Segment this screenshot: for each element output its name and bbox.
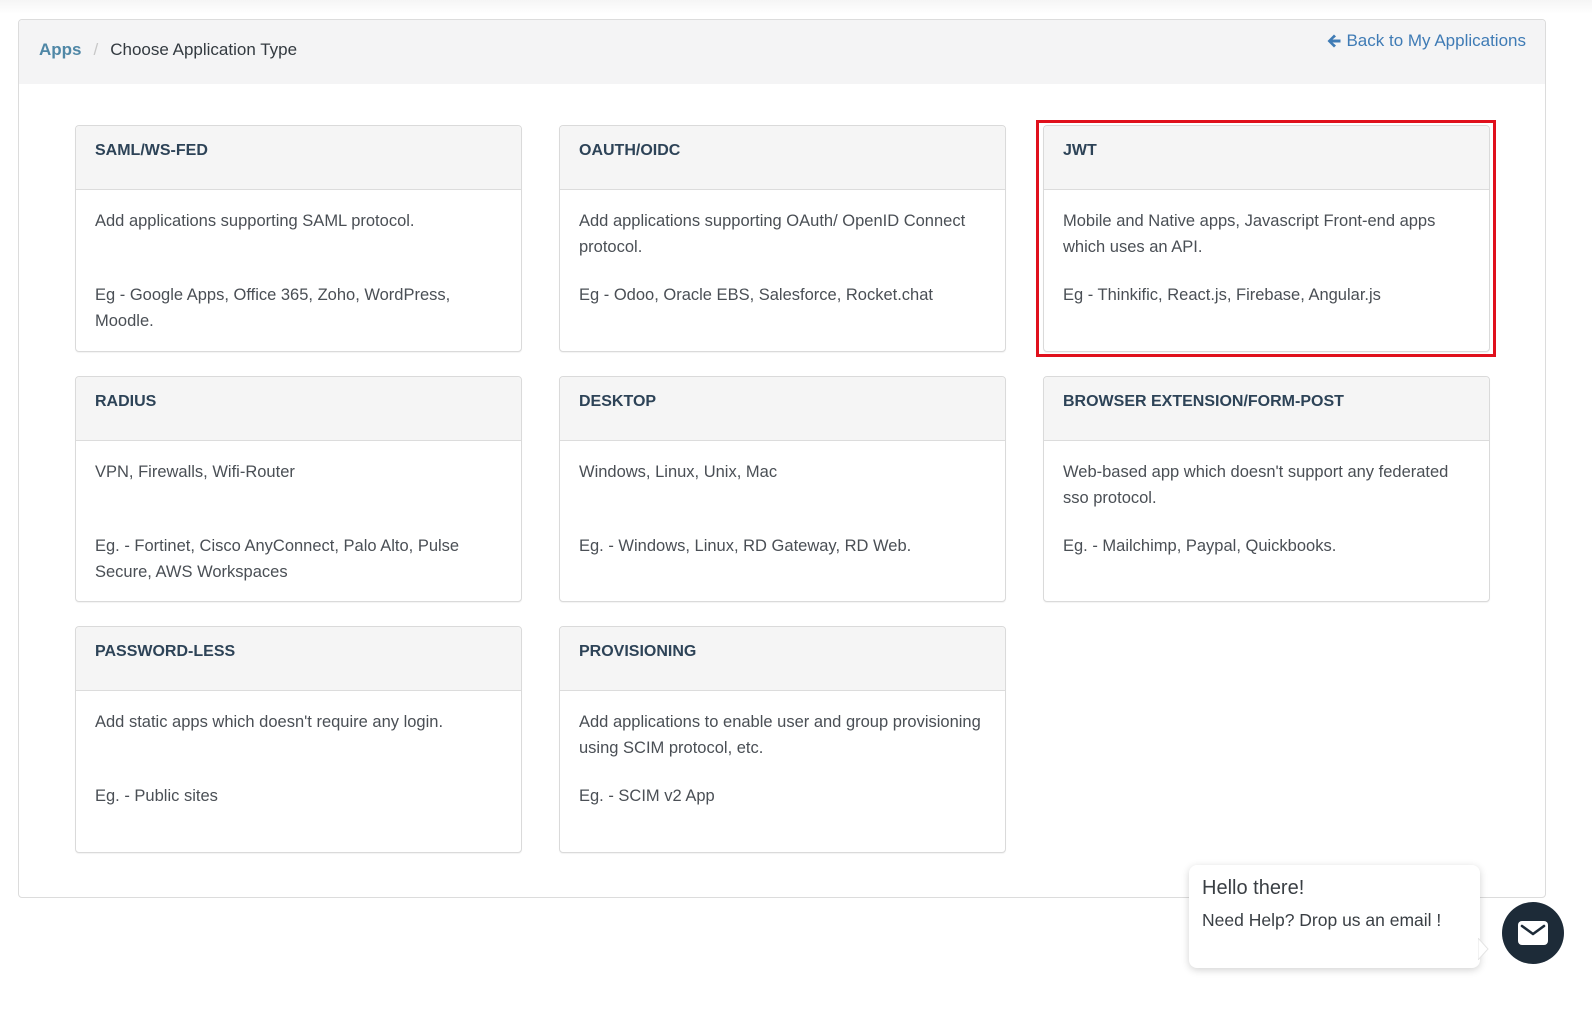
panel-header: Apps / Choose Application Type Back to M…: [19, 20, 1545, 84]
app-type-card-oauth[interactable]: OAUTH/OIDC Add applications supporting O…: [559, 125, 1006, 352]
breadcrumb-current: Choose Application Type: [110, 40, 298, 59]
envelope-icon: [1518, 921, 1548, 945]
card-title: RADIUS: [76, 377, 521, 441]
card-examples: Eg - Thinkific, React.js, Firebase, Angu…: [1063, 286, 1381, 304]
app-type-card-desktop[interactable]: DESKTOP Windows, Linux, Unix, Mac Eg. - …: [559, 376, 1006, 602]
card-description: Add applications supporting SAML protoco…: [95, 212, 415, 230]
card-description: Mobile and Native apps, Javascript Front…: [1063, 212, 1436, 256]
chat-greeting: Hello there!: [1202, 877, 1305, 899]
card-title: SAML/WS-FED: [76, 126, 521, 190]
app-type-card-provisioning[interactable]: PROVISIONING Add applications to enable …: [559, 626, 1006, 853]
card-description: Web-based app which doesn't support any …: [1063, 463, 1449, 507]
app-type-card-jwt[interactable]: JWT Mobile and Native apps, Javascript F…: [1043, 125, 1490, 352]
app-type-card-browser-extension[interactable]: BROWSER EXTENSION/FORM-POST Web-based ap…: [1043, 376, 1490, 602]
back-to-my-applications-link[interactable]: Back to My Applications: [1326, 31, 1526, 51]
breadcrumb: Apps / Choose Application Type: [39, 40, 297, 60]
card-description: Add applications supporting OAuth/ OpenI…: [579, 212, 966, 256]
card-title: DESKTOP: [560, 377, 1005, 441]
chat-message: Need Help? Drop us an email !: [1202, 910, 1442, 930]
card-examples: Eg. - Fortinet, Cisco AnyConnect, Palo A…: [95, 537, 460, 581]
card-title: PASSWORD-LESS: [76, 627, 521, 691]
card-examples: Eg. - SCIM v2 App: [579, 787, 715, 805]
card-examples: Eg - Google Apps, Office 365, Zoho, Word…: [95, 286, 451, 330]
app-type-card-password-less[interactable]: PASSWORD-LESS Add static apps which does…: [75, 626, 522, 853]
arrow-left-icon: [1327, 34, 1341, 48]
card-description: Windows, Linux, Unix, Mac: [579, 463, 778, 481]
top-shadow: [0, 0, 1592, 14]
card-title: BROWSER EXTENSION/FORM-POST: [1044, 377, 1489, 441]
card-title: OAUTH/OIDC: [560, 126, 1005, 190]
card-examples: Eg. - Windows, Linux, RD Gateway, RD Web…: [579, 537, 912, 555]
card-examples: Eg. - Mailchimp, Paypal, Quickbooks.: [1063, 537, 1337, 555]
app-type-card-radius[interactable]: RADIUS VPN, Firewalls, Wifi-Router Eg. -…: [75, 376, 522, 602]
card-title: PROVISIONING: [560, 627, 1005, 691]
card-examples: Eg - Odoo, Oracle EBS, Salesforce, Rocke…: [579, 286, 933, 304]
email-chat-button[interactable]: [1502, 902, 1564, 964]
back-link-label: Back to My Applications: [1346, 31, 1526, 50]
help-chat-bubble[interactable]: Hello there! Need Help? Drop us an email…: [1189, 865, 1480, 968]
breadcrumb-apps-link[interactable]: Apps: [39, 40, 82, 60]
chat-bubble-pointer: [1478, 938, 1489, 960]
card-description: Add applications to enable user and grou…: [579, 713, 981, 757]
card-examples: Eg. - Public sites: [95, 787, 218, 805]
app-type-card-saml[interactable]: SAML/WS-FED Add applications supporting …: [75, 125, 522, 352]
card-description: Add static apps which doesn't require an…: [95, 713, 444, 731]
card-description: VPN, Firewalls, Wifi-Router: [95, 463, 295, 481]
breadcrumb-separator: /: [93, 40, 99, 59]
card-title: JWT: [1044, 126, 1489, 190]
